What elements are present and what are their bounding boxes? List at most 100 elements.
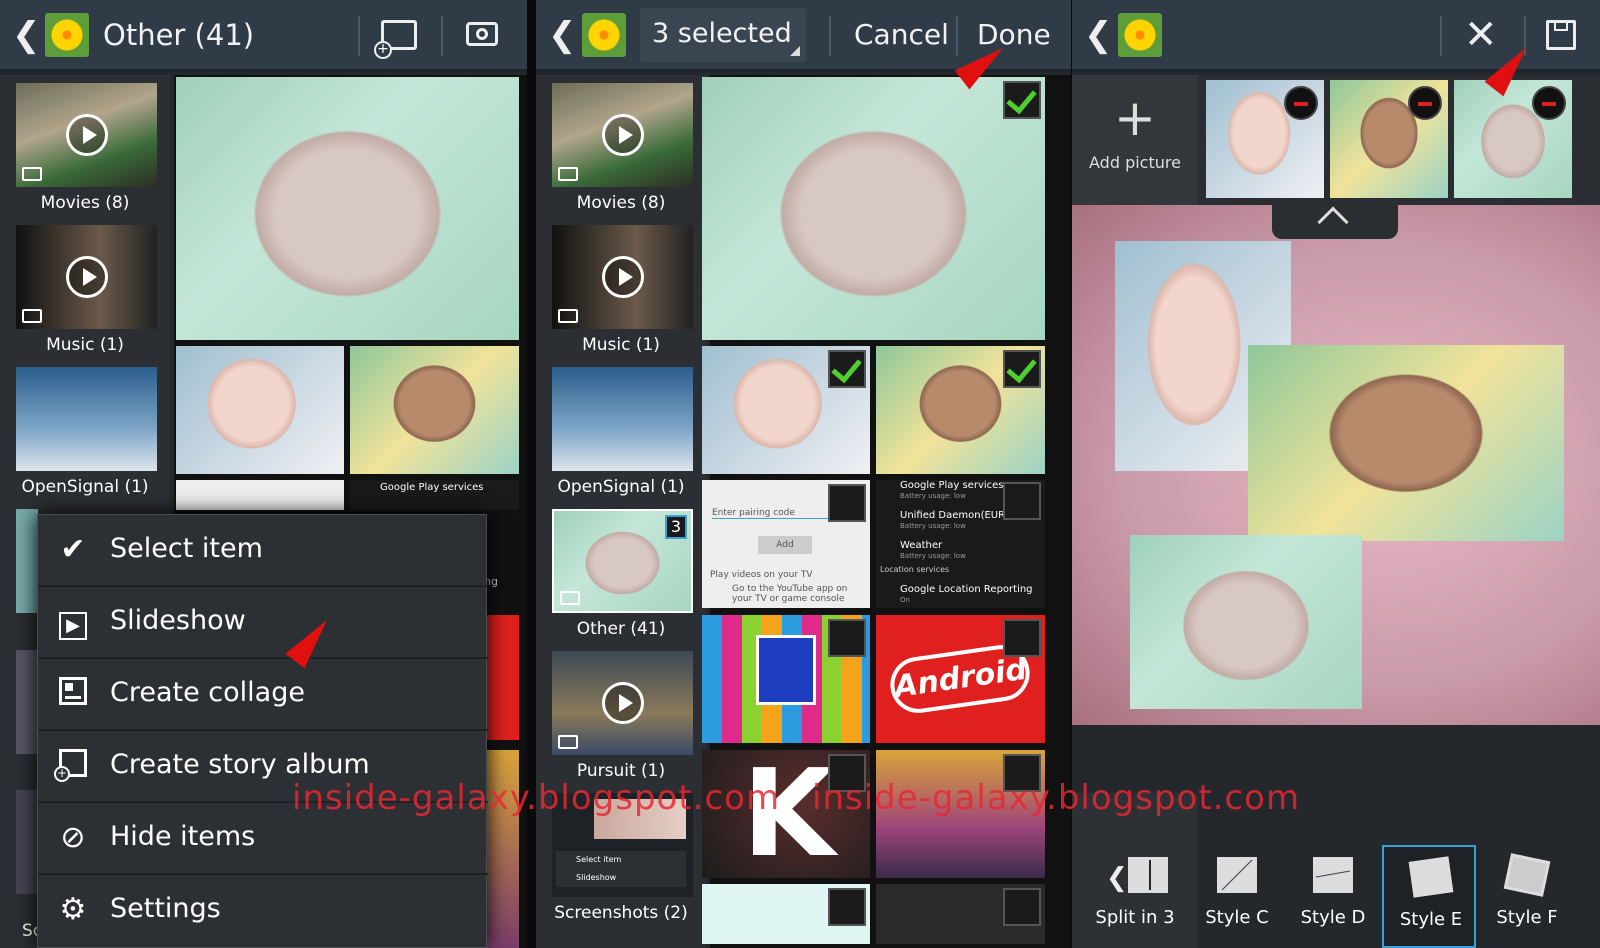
camera-icon[interactable] [466, 22, 498, 46]
add-picture-button[interactable]: + Add picture [1072, 75, 1198, 205]
photo-smiling-baby[interactable] [702, 346, 870, 474]
collage-canvas [1072, 205, 1600, 725]
style-e[interactable]: Style E [1382, 845, 1476, 948]
selected-check-icon[interactable] [828, 350, 866, 388]
close-icon[interactable]: ✕ [1464, 10, 1498, 60]
selected-photo-3[interactable] [1454, 80, 1572, 198]
selected-photo-1[interactable] [1206, 80, 1324, 198]
album-thumb-music[interactable] [16, 225, 157, 329]
photo-app-grid[interactable] [702, 615, 870, 743]
gallery-app-icon [45, 13, 89, 57]
menu-item-create-collage[interactable]: Create collage [38, 659, 488, 731]
photo-screenshot-tv[interactable] [176, 480, 344, 510]
photo-baby-pillow[interactable] [876, 346, 1045, 474]
play-icon [601, 256, 644, 298]
album-thumb-movies[interactable] [16, 83, 157, 187]
unselected-check-icon[interactable] [828, 619, 866, 657]
unselected-check-icon[interactable] [1003, 888, 1041, 926]
album-label: OpenSignal (1) [557, 477, 685, 497]
split-in-3-icon [1128, 857, 1168, 893]
selection-dropdown[interactable]: 3 selected [640, 8, 806, 62]
folder-icon [22, 309, 42, 323]
album-thumb-pursuit[interactable] [552, 651, 693, 755]
unselected-check-icon[interactable] [828, 484, 866, 522]
selected-count-badge: 3 [665, 515, 687, 539]
album-thumb-music[interactable] [552, 225, 693, 329]
photo-crying-baby[interactable] [176, 77, 519, 340]
gallery-app-icon [582, 13, 626, 57]
play-icon [65, 256, 108, 298]
collapse-handle[interactable] [1272, 205, 1398, 239]
style-d-icon [1313, 857, 1353, 893]
back-icon[interactable]: ❮ [548, 18, 577, 52]
play-icon [601, 682, 644, 724]
photo-crying-baby[interactable] [702, 77, 1045, 340]
album-label: Movies (8) [40, 193, 130, 213]
selected-check-icon[interactable] [1003, 81, 1041, 119]
screenshot-menu-preview: Select item Slideshow [556, 851, 686, 887]
menu-item-select-item[interactable]: ✔ Select item [38, 515, 488, 587]
gear-icon: ⚙ [59, 892, 87, 927]
folder-icon [558, 309, 578, 323]
album-label: Movies (8) [576, 193, 666, 213]
dropdown-corner-icon [790, 46, 800, 56]
check-icon: ✔ [60, 532, 86, 567]
cancel-button[interactable]: Cancel [854, 18, 949, 51]
photo-screenshot-settings[interactable]: Google Play services [350, 480, 519, 510]
folder-icon [558, 167, 578, 181]
style-c[interactable]: Style C [1190, 845, 1284, 948]
selected-check-icon[interactable] [1003, 350, 1041, 388]
album-thumb-movies[interactable] [552, 83, 693, 187]
menu-item-slideshow[interactable]: ▶ Slideshow [38, 587, 488, 659]
photo-android-kitkat[interactable]: Android [876, 615, 1045, 743]
unselected-check-icon[interactable] [1003, 619, 1041, 657]
style-d[interactable]: Style D [1286, 845, 1380, 948]
story-album-icon: + [54, 749, 90, 783]
partial-text: ng [484, 575, 498, 588]
play-icon: ▶ [56, 605, 90, 640]
photo-screenshot-tv[interactable]: Enter pairing code Add Play videos on yo… [702, 480, 870, 608]
photo-screenshot-settings[interactable]: Google Play services Battery usage: low … [876, 480, 1045, 608]
eye-off-icon: ⊘ [60, 820, 86, 855]
back-icon[interactable]: ❮ [12, 18, 41, 52]
save-icon[interactable] [1546, 20, 1576, 50]
album-thumb-opensignal[interactable] [16, 367, 157, 471]
folder-icon [560, 591, 580, 605]
collage-photo-crying[interactable] [1130, 535, 1362, 709]
back-icon[interactable]: ❮ [1084, 18, 1113, 52]
gallery-app-icon [1118, 13, 1162, 57]
remove-icon[interactable] [1408, 86, 1442, 120]
photo-android-partial[interactable] [484, 615, 519, 740]
album-thumb-screenshots[interactable] [16, 790, 38, 894]
remove-icon[interactable] [1284, 86, 1318, 120]
collage-icon [56, 677, 90, 711]
album-thumb-other[interactable] [16, 509, 38, 613]
style-f-icon [1503, 853, 1551, 897]
scroll-left-icon: ❮ [1106, 863, 1128, 893]
album-label: Music (1) [582, 335, 660, 355]
photo-partial-2[interactable] [876, 884, 1045, 944]
selected-photo-2[interactable] [1330, 80, 1448, 198]
unselected-check-icon[interactable] [828, 888, 866, 926]
album-title: Other (41) [103, 18, 255, 52]
album-thumb-opensignal[interactable] [552, 367, 693, 471]
style-c-icon [1217, 857, 1257, 893]
watermark-text: inside-galaxy.blogspot.com [812, 778, 1301, 818]
photo-baby-pillow[interactable] [350, 346, 519, 474]
remove-icon[interactable] [1532, 86, 1566, 120]
unselected-check-icon[interactable] [1003, 482, 1041, 520]
new-album-icon[interactable]: + [374, 20, 417, 59]
collage-photo-pillow[interactable] [1248, 345, 1564, 541]
style-split-in-3[interactable]: ❮ Split in 3 [1072, 845, 1198, 948]
play-icon [601, 114, 644, 156]
album-thumb-pursuit[interactable] [16, 650, 38, 754]
album-label: Screenshots (2) [554, 903, 688, 923]
menu-item-settings[interactable]: ⚙ Settings [38, 875, 488, 947]
photo-partial-1[interactable] [702, 884, 870, 944]
album-label: OpenSignal (1) [21, 477, 149, 497]
selected-photos-strip: + Add picture [1072, 75, 1600, 205]
photo-smiling-baby[interactable] [176, 346, 344, 474]
style-e-icon [1408, 856, 1454, 898]
style-f[interactable]: Style F [1480, 845, 1574, 948]
album-thumb-other[interactable]: 3 [552, 509, 693, 613]
